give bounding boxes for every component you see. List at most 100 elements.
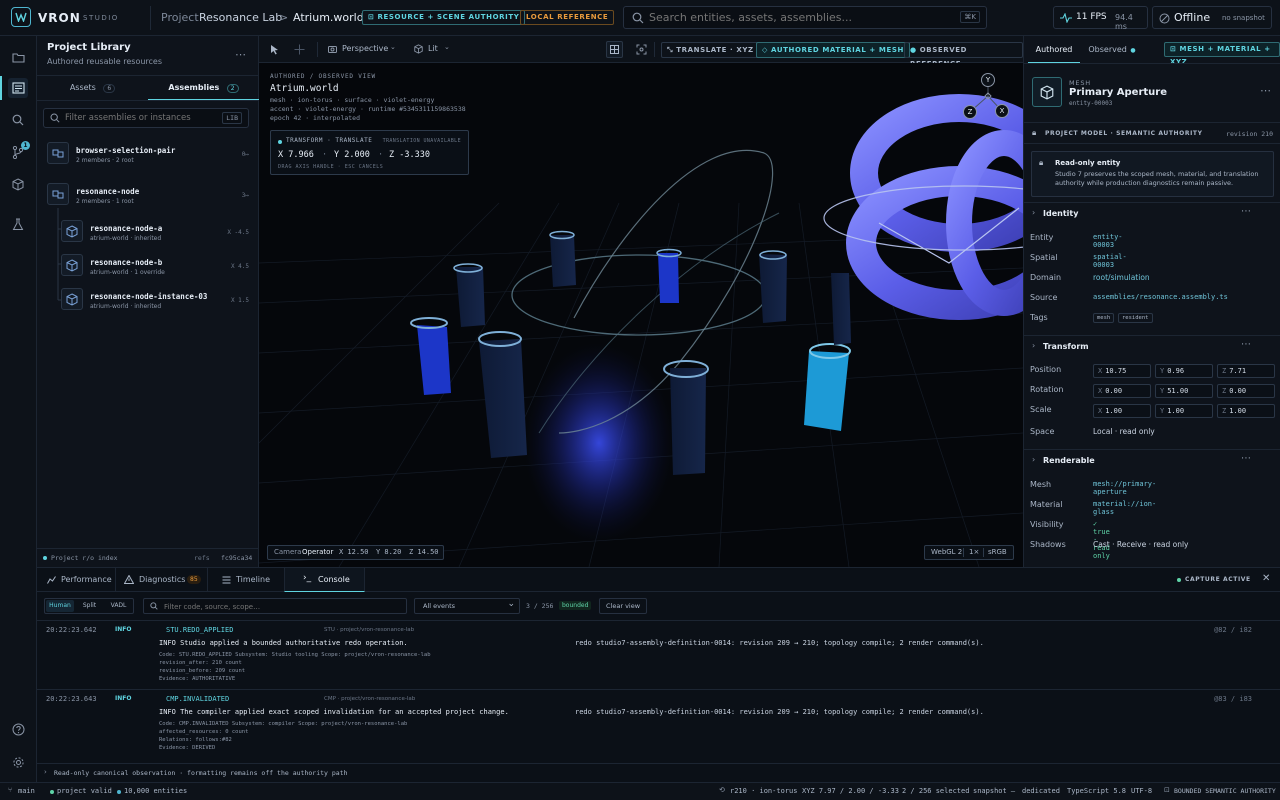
log-entry[interactable]: 20:22:23.642 INFO STU.REDO_APPLIED STU ·…	[37, 620, 1280, 688]
section-more-button[interactable]: ⋯	[1241, 453, 1251, 464]
chevron-down-icon: ⌄	[444, 43, 450, 51]
row-value[interactable]: mesh://primary-aperture	[1093, 480, 1156, 496]
rail-lab[interactable]	[8, 214, 28, 234]
mode-split[interactable]: Split	[76, 600, 103, 612]
library-filter-input[interactable]	[65, 111, 215, 125]
identity-section-header[interactable]: › Identity ⋯	[1024, 202, 1280, 224]
cube-icon	[61, 254, 83, 276]
scene-viewport[interactable]: Y Z X AUTHORED / OBSERVED VIEW Atrium.wo…	[259, 63, 1023, 567]
rotation-y-field[interactable]: Y 51.00	[1155, 384, 1213, 398]
library-footer-hash: fc95ca34	[221, 554, 253, 562]
rail-assets[interactable]	[8, 174, 28, 194]
authored-material-badge[interactable]: ◇ AUTHORED MATERIAL + MESH	[756, 42, 910, 58]
tab-assemblies[interactable]: Assemblies 2	[148, 76, 259, 100]
scale-x-field[interactable]: X 1.00	[1093, 404, 1151, 418]
translate-mode-badge[interactable]: ⤡ TRANSLATE · XYZ	[661, 42, 760, 58]
clear-view-button[interactable]: Clear view	[599, 598, 648, 614]
tab-console[interactable]: ›_ Console	[284, 568, 365, 592]
entity-more-button[interactable]: ⋯	[1260, 84, 1271, 97]
rail-search[interactable]	[8, 110, 28, 130]
shading-select[interactable]: Lit ⌄	[414, 42, 454, 57]
close-icon[interactable]: ✕	[1262, 573, 1270, 584]
library-filter[interactable]: LIB	[43, 108, 249, 128]
branch-icon: ⑂	[8, 786, 13, 794]
breadcrumb-project[interactable]: Resonance Lab	[199, 11, 282, 24]
lock-icon: 🔒︎	[1032, 128, 1037, 137]
mode-vadl[interactable]: VADL	[105, 600, 132, 612]
list-item[interactable]: resonance-node-instance-03 atrium-world …	[37, 286, 259, 316]
scale-y-field[interactable]: Y 1.00	[1155, 404, 1213, 418]
search-input[interactable]	[649, 10, 949, 25]
row-value[interactable]: assemblies/resonance.assembly.ts	[1093, 293, 1228, 301]
tab-authored[interactable]: Authored	[1028, 36, 1080, 63]
rail-help[interactable]	[8, 719, 28, 739]
renderable-section-header[interactable]: › Renderable ⋯	[1024, 449, 1280, 471]
lock-icon: ⊡	[1164, 786, 1170, 794]
mode-human[interactable]: Human	[46, 600, 74, 612]
rotation-x-field[interactable]: X 0.00	[1093, 384, 1151, 398]
section-more-button[interactable]: ⋯	[1241, 206, 1251, 217]
bottom-tabs: Performance Diagnostics 85 Timeline ›_ C…	[37, 568, 1280, 592]
tab-performance[interactable]: Performance	[37, 568, 115, 592]
grid-icon	[610, 45, 619, 54]
tab-observed[interactable]: Observed ●	[1084, 36, 1140, 63]
tab-assets[interactable]: Assets 6	[37, 76, 148, 100]
status-project: project valid	[57, 787, 112, 795]
translate-icon: ⤡	[667, 46, 677, 54]
axis-gizmo[interactable]: Y Z X	[959, 71, 1017, 131]
position-x-field[interactable]: X 10.75	[1093, 364, 1151, 378]
frame-selection-icon[interactable]	[636, 44, 647, 55]
position-z-field[interactable]: Z 7.71	[1217, 364, 1275, 378]
gizmo-y[interactable]: Y	[981, 73, 995, 87]
status-branch[interactable]: main	[18, 787, 35, 795]
position-y-field[interactable]: Y 0.96	[1155, 364, 1213, 378]
connection-status[interactable]: Offline no snapshot	[1152, 6, 1272, 29]
row-label: Shadows	[1030, 540, 1066, 549]
list-item[interactable]: resonance-node 2 members · 1 root 3↦	[37, 181, 259, 211]
warning-icon	[124, 575, 134, 584]
gizmo-z[interactable]: Z	[963, 105, 977, 119]
rail-library[interactable]	[8, 78, 28, 98]
list-item[interactable]: browser-selection-pair 2 members · 2 roo…	[37, 140, 259, 170]
gizmo-x[interactable]: X	[995, 104, 1009, 118]
rotation-z-field[interactable]: Z 0.00	[1217, 384, 1275, 398]
move-tool-icon[interactable]	[294, 44, 305, 55]
search-bar[interactable]: ⌘K	[623, 6, 987, 29]
library-icon	[11, 82, 25, 94]
tab-diagnostics[interactable]: Diagnostics 85	[115, 568, 205, 592]
rail-settings[interactable]	[8, 752, 28, 772]
breadcrumb-scene[interactable]: Atrium.world	[293, 11, 364, 24]
item-name: resonance-node-instance-03	[90, 292, 208, 301]
select-tool-icon[interactable]	[270, 44, 280, 55]
tab-timeline[interactable]: Timeline	[207, 568, 284, 592]
log-entry[interactable]: 20:22:23.643 INFO CMP.INVALIDATED CMP · …	[37, 689, 1280, 759]
library-subtitle: Authored reusable resources	[47, 57, 163, 66]
observed-reference-badge[interactable]: ● OBSERVED REFERENCE	[904, 42, 1023, 68]
rail-files[interactable]	[8, 47, 28, 67]
revision-icon: ⟲	[719, 786, 725, 794]
list-item[interactable]: resonance-node-a atrium-world · inherite…	[37, 218, 259, 248]
section-more-button[interactable]: ⋯	[1241, 339, 1251, 350]
chevron-down-icon: ⌄	[390, 43, 396, 51]
library-footer: Project r/o index refs fc95ca34	[37, 548, 259, 567]
rail-active-indicator	[0, 76, 2, 100]
transform-section-header[interactable]: › Transform ⋯	[1024, 335, 1280, 357]
row-value[interactable]: root/simulation	[1093, 273, 1150, 282]
scale-z-field[interactable]: Z 1.00	[1217, 404, 1275, 418]
perf-indicator[interactable]: 11 FPS 94.4 ms	[1053, 6, 1148, 31]
console-filter-input[interactable]	[164, 601, 394, 612]
library-more-button[interactable]: ⋯	[235, 48, 247, 61]
transform-panel[interactable]: TRANSFORM · TRANSLATE TRANSLATION UNAVAI…	[270, 130, 469, 175]
row-value[interactable]: material://ion-glass	[1093, 500, 1156, 516]
grid-toggle[interactable]	[606, 41, 623, 58]
list-item[interactable]: resonance-node-b atrium-world · 1 overri…	[37, 252, 259, 282]
offline-icon	[1159, 13, 1170, 24]
shading-label: Lit	[428, 44, 438, 53]
log-meta: Code: CMP.INVALIDATED Subsystem: compile…	[159, 721, 408, 727]
identity-title: Identity	[1043, 209, 1079, 218]
chevron-right-icon: ›	[44, 768, 47, 776]
console-filter[interactable]	[143, 598, 407, 614]
tab-label: Console	[318, 575, 350, 584]
events-select[interactable]: All events ⌄	[414, 598, 520, 614]
item-right: 3↦	[241, 192, 249, 199]
